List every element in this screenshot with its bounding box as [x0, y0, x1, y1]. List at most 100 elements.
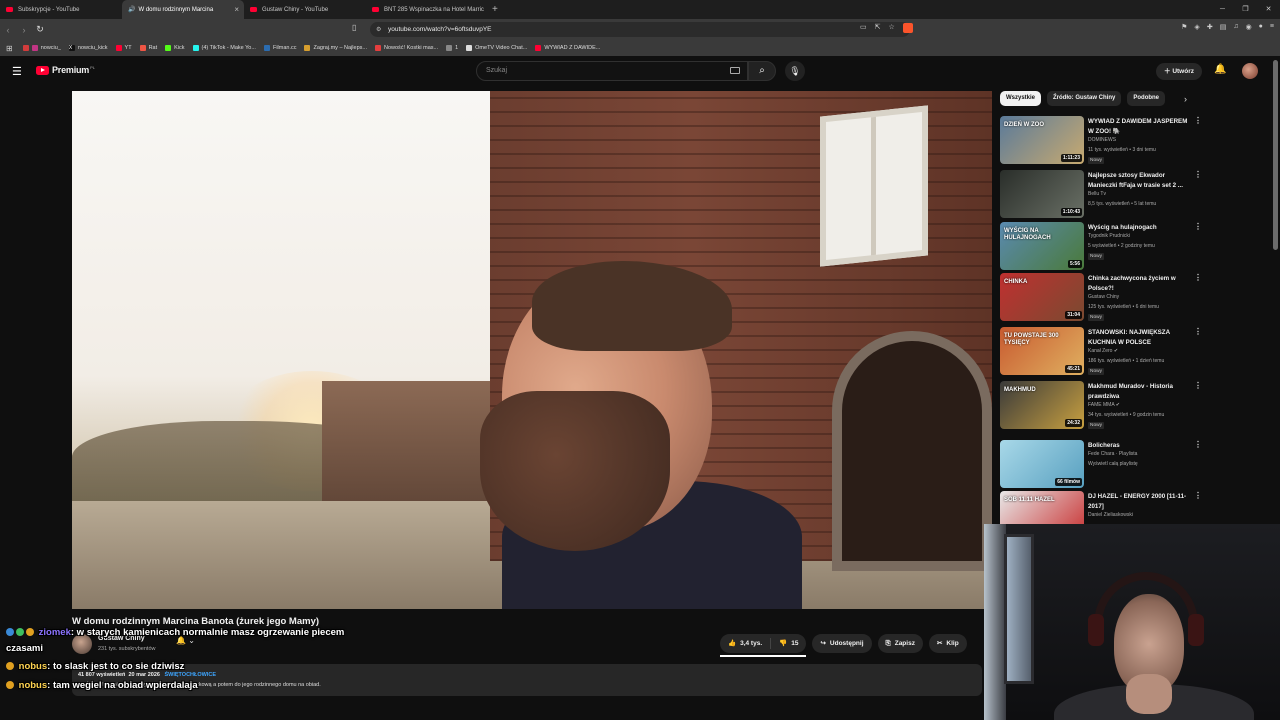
sidebar-icon[interactable]: ▤: [1220, 23, 1227, 31]
search-input[interactable]: Szukaj: [476, 61, 748, 81]
recommendation-item[interactable]: MAKHMUD 24:32 Makhmud Muradov - Historia p…: [1000, 381, 1205, 429]
bookmark-item[interactable]: Rat: [139, 45, 157, 51]
share-button[interactable]: ↪ Udostępnij: [812, 634, 872, 653]
recommendation-item[interactable]: WYŚCIG NA HULAJNOGACH 5:56 Wyścig na hulaj…: [1000, 222, 1205, 270]
chip-all[interactable]: Wszystkie: [1000, 91, 1042, 106]
recommendation-item[interactable]: DZIEŃ W ZOO 1:11:23 WYWIAD Z DAWIDEM JASPE…: [1000, 116, 1205, 164]
video-thumbnail[interactable]: DZIEŃ W ZOO 1:11:23: [1000, 116, 1084, 164]
apps-grid-icon[interactable]: ⊞: [6, 44, 13, 53]
recommendation-channel[interactable]: DOMINEWS: [1088, 137, 1196, 144]
menu-icon[interactable]: ≡: [1270, 23, 1274, 31]
hamburger-menu-icon[interactable]: ☰: [12, 65, 22, 78]
chip-similar[interactable]: Podobne: [1127, 91, 1166, 106]
browser-tab[interactable]: BNT 285 Wspinaczka na Hotel Marric: [366, 0, 488, 19]
close-tab-icon[interactable]: ×: [234, 5, 239, 14]
bookmark-item[interactable]: YT: [115, 45, 132, 51]
bookmark-item[interactable]: WYWIAD Z DAWIDE...: [535, 45, 600, 51]
recommendation-title[interactable]: Chinka zachwycona życiem w Polsce?!: [1088, 274, 1194, 293]
more-options-icon[interactable]: ⋮: [1194, 440, 1202, 449]
video-thumbnail[interactable]: MAKHMUD 24:32: [1000, 381, 1084, 429]
bookmark-item[interactable]: Zagraj.my – Najleps...: [304, 45, 367, 51]
voice-search-button[interactable]: 🎙: [785, 61, 805, 81]
clip-button[interactable]: ✂ Klip: [928, 634, 967, 653]
browser-tab[interactable]: Subskrypcje - YouTube: [0, 0, 122, 19]
recommendation-item[interactable]: TU POWSTAJE 300 TYSIĘCY 45:21 STANOWSKI: N…: [1000, 327, 1205, 375]
more-options-icon[interactable]: ⋮: [1194, 116, 1202, 125]
bookmark-icon[interactable]: ▯: [352, 23, 356, 32]
bookmark-item[interactable]: Filman.cc: [263, 45, 296, 51]
site-info-icon[interactable]: ⚙: [376, 26, 381, 33]
bookmark-item[interactable]: Nowość! Kostki mas...: [374, 45, 438, 51]
bookmark-item[interactable]: Xnowciu_kick: [68, 45, 108, 51]
create-button[interactable]: ＋ Utwórz: [1156, 63, 1202, 80]
close-window-icon[interactable]: ✕: [1257, 0, 1280, 19]
page-scrollbar[interactable]: [1273, 60, 1278, 250]
chip-source[interactable]: Źródło: Gustaw Chiny: [1047, 91, 1122, 106]
extension-icon[interactable]: ⚑: [1181, 23, 1187, 31]
video-thumbnail[interactable]: 1:10:43: [1000, 170, 1084, 218]
recommendation-title[interactable]: DJ HAZEL - ENERGY 2000 [11-11-2017]: [1088, 492, 1194, 511]
forward-icon[interactable]: ›: [16, 25, 32, 35]
browser-tab-active[interactable]: 🔊 W domu rodzinnym Marcina ×: [122, 0, 244, 19]
reload-icon[interactable]: ↻: [32, 24, 48, 35]
recommendation-title[interactable]: STANOWSKI: NAJWIĘKSZA KUCHNIA W POLSCE: [1088, 328, 1194, 347]
bookmark-item[interactable]: OmeTV Video Chat...: [466, 45, 527, 51]
chevron-right-icon[interactable]: ›: [1184, 94, 1187, 104]
more-options-icon[interactable]: ⋮: [1194, 491, 1202, 500]
save-button[interactable]: ⎘ Zapisz: [877, 634, 923, 653]
bookmark-item[interactable]: Kick: [165, 45, 185, 51]
bookmark-item[interactable]: 1: [446, 45, 458, 51]
recommendation-title[interactable]: Najlepsze sztosy Ekwador Manieczki ftFaj…: [1088, 171, 1194, 190]
audio-playing-icon[interactable]: 🔊: [128, 6, 135, 13]
chat-username[interactable]: ziomek: [39, 627, 71, 638]
more-options-icon[interactable]: ⋮: [1194, 327, 1202, 336]
video-thumbnail[interactable]: 66 filmów: [1000, 440, 1084, 488]
recommendation-title[interactable]: Bolicheras: [1088, 441, 1194, 451]
recommendation-channel[interactable]: Bellu Tv: [1088, 191, 1196, 198]
more-options-icon[interactable]: ⋮: [1194, 222, 1202, 231]
recommendation-channel[interactable]: Tygodnik Prudnicki: [1088, 233, 1196, 240]
recommendation-title[interactable]: Makhmud Muradov - Historia prawdziwa: [1088, 382, 1194, 401]
back-icon[interactable]: ‹: [0, 25, 16, 35]
more-options-icon[interactable]: ⋮: [1194, 170, 1202, 179]
extensions-puzzle-icon[interactable]: ✚: [1207, 23, 1213, 31]
hashtag-link[interactable]: ŚWIĘTOCHŁOWICE: [164, 672, 216, 678]
bookmark-item[interactable]: nowciu_: [22, 45, 61, 51]
recommendation-item[interactable]: CHINKA 31:04 Chinka zachwycona życiem w Po…: [1000, 273, 1205, 321]
recommendation-item[interactable]: 1:10:43 Najlepsze sztosy Ekwador Manieczk…: [1000, 170, 1205, 218]
recommendation-title[interactable]: Wyścig na hulajnogach: [1088, 223, 1194, 233]
youtube-premium-logo[interactable]: Premium PL: [36, 65, 95, 75]
dislike-button[interactable]: 👎 15: [771, 634, 806, 653]
more-options-icon[interactable]: ⋮: [1194, 381, 1202, 390]
restore-icon[interactable]: ❐: [1234, 0, 1257, 19]
cast-icon[interactable]: ▭: [860, 23, 867, 33]
video-thumbnail[interactable]: TU POWSTAJE 300 TYSIĘCY 45:21: [1000, 327, 1084, 375]
more-options-icon[interactable]: ⋮: [1194, 273, 1202, 282]
bookmark-item[interactable]: (4) TikTok - Make Yo...: [192, 45, 256, 51]
video-thumbnail[interactable]: CHINKA 31:04: [1000, 273, 1084, 321]
media-icon[interactable]: ♫: [1233, 23, 1238, 31]
search-button[interactable]: ⌕: [748, 61, 776, 81]
bookmark-star-icon[interactable]: ☆: [889, 23, 895, 33]
extension-icon[interactable]: ◈: [1194, 23, 1199, 31]
recommendation-channel[interactable]: FAME MMA ✔: [1088, 402, 1196, 409]
chat-username[interactable]: nobus: [19, 680, 48, 691]
recommendation-channel[interactable]: Fede Chara · Playlista: [1088, 451, 1196, 458]
description-box[interactable]: [72, 664, 982, 696]
profile-icon[interactable]: ●: [1259, 23, 1263, 31]
chat-username[interactable]: nobus: [19, 661, 48, 672]
keyboard-icon[interactable]: [730, 67, 740, 74]
video-player[interactable]: [72, 91, 992, 609]
recommendation-channel[interactable]: Daniel Zieliaskowski: [1088, 512, 1196, 519]
recommendation-title[interactable]: WYWIAD Z DAWIDEM JASPEREM W ZOO! 🐘: [1088, 117, 1194, 136]
share-icon[interactable]: ⇱: [875, 23, 881, 33]
recommendation-channel[interactable]: Kanał Zero ✔: [1088, 348, 1196, 355]
browser-tab[interactable]: Gustaw Chiny - YouTube: [244, 0, 366, 19]
recommendation-channel[interactable]: Gustaw Chiny: [1088, 294, 1196, 301]
like-button[interactable]: 👍 3,4 tys.: [720, 634, 770, 653]
new-tab-button[interactable]: +: [492, 4, 498, 15]
notifications-bell-icon[interactable]: 🔔: [1214, 64, 1226, 75]
wallet-icon[interactable]: ◉: [1246, 23, 1252, 31]
account-avatar[interactable]: [1242, 63, 1258, 79]
video-thumbnail[interactable]: WYŚCIG NA HULAJNOGACH 5:56: [1000, 222, 1084, 270]
